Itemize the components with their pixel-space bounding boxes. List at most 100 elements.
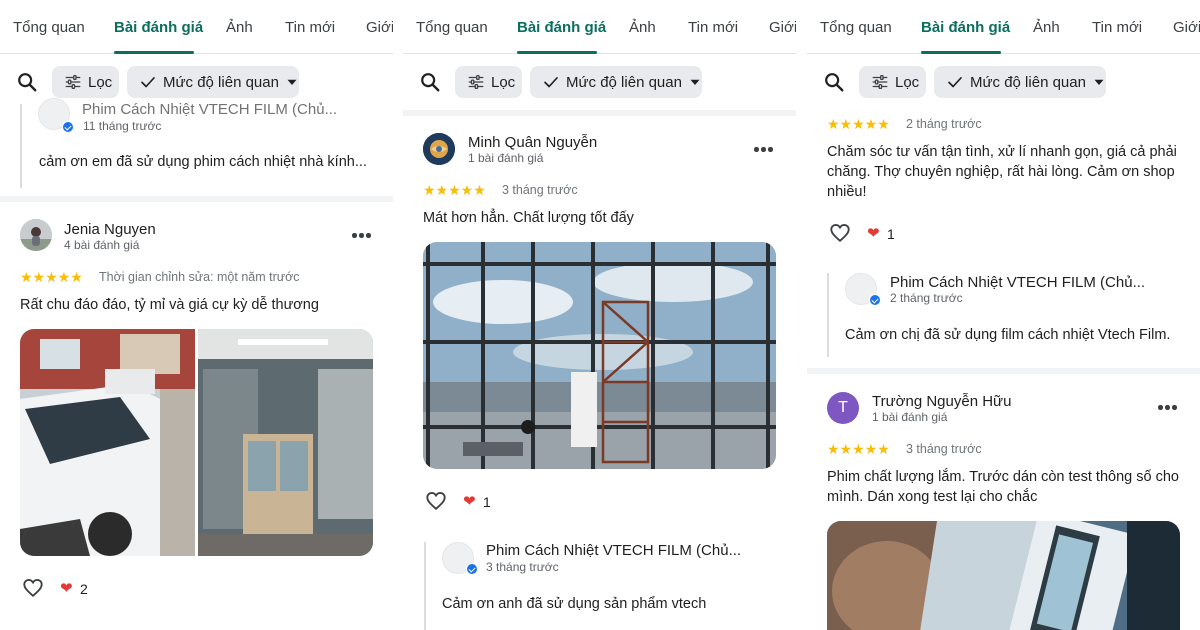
caret-down-icon [283,73,301,91]
like-heart-icon[interactable] [424,490,448,512]
more-options-icon[interactable] [1158,405,1178,411]
review-toolbar: Lọc Mức độ liên quan [403,66,796,98]
reviewer-name[interactable]: Minh Quân Nguyễn [468,134,597,151]
active-tab-indicator [517,51,597,54]
reviewer-meta: 4 bài đánh giá [64,238,140,252]
more-options-icon[interactable] [754,147,774,153]
tab-bar: Tổng quan Bài đánh giá Ảnh Tin mới Giới [0,0,393,54]
search-icon[interactable] [16,71,38,93]
filter-label: Lọc [491,73,516,91]
reviewer-meta: 1 bài đánh giá [872,410,948,424]
sort-dropdown[interactable]: Mức độ liên quan [934,66,1106,98]
tab-reviews[interactable]: Bài đánh giá [114,19,203,36]
reply-thread-line [424,542,426,630]
sort-label: Mức độ liên quan [566,73,682,91]
reviewer-name[interactable]: Jenia Nguyen [64,221,156,238]
search-icon[interactable] [823,71,845,93]
verified-badge-icon [62,121,74,133]
tab-updates[interactable]: Tin mới [688,19,738,36]
tab-photos[interactable]: Ảnh [1033,19,1060,36]
verified-badge-icon [869,294,881,306]
sort-dropdown[interactable]: Mức độ liên quan [127,66,299,98]
review-divider [807,368,1200,374]
active-tab-indicator [921,51,1001,54]
tune-icon [64,73,82,91]
review-photo-car[interactable] [20,329,195,556]
filter-label: Lọc [88,73,113,91]
review-panel-2: Tổng quan Bài đánh giá Ảnh Tin mới Giới … [403,0,796,630]
tune-icon [467,73,485,91]
review-toolbar: Lọc Mức độ liên quan [807,66,1200,98]
check-icon [542,73,560,91]
review-time: 3 tháng trước [502,183,578,197]
owner-reply-time: 11 tháng trước [83,119,162,133]
owner-reply-text: Cảm ơn chị đã sử dụng film cách nhiệt Vt… [845,327,1171,343]
owner-name[interactable]: Phim Cách Nhiệt VTECH FILM (Chủ... [82,101,337,118]
owner-reply-time: 3 tháng trước [486,560,559,574]
tab-overview[interactable]: Tổng quan [13,19,85,36]
reviewer-name[interactable]: Trường Nguyễn Hữu [872,393,1011,410]
like-heart-icon[interactable] [21,577,45,599]
verified-badge-icon [466,563,478,575]
active-tab-indicator [114,51,194,54]
reviewer-avatar[interactable]: T [827,392,859,424]
review-time: 3 tháng trước [906,442,982,456]
check-icon [946,73,964,91]
reaction-heart-icon: ❤ [463,493,476,510]
filter-button[interactable]: Lọc [455,66,522,98]
check-icon [139,73,157,91]
review-photo-meter[interactable] [827,521,1180,630]
tab-overview[interactable]: Tổng quan [820,19,892,36]
reaction-count: 2 [80,581,88,597]
star-rating: ★★★★★ [827,116,890,132]
reaction-heart-icon: ❤ [867,225,880,242]
search-icon[interactable] [419,71,441,93]
star-rating: ★★★★★ [20,269,83,285]
review-photo-office[interactable] [198,329,373,556]
tab-overview[interactable]: Tổng quan [416,19,488,36]
owner-reply-time: 2 tháng trước [890,291,963,305]
review-panel-1: Tổng quan Bài đánh giá Ảnh Tin mới Giới … [0,0,393,630]
review-time: Thời gian chỉnh sửa: một năm trước [99,270,300,284]
reply-thread-line [827,273,829,357]
tab-reviews[interactable]: Bài đánh giá [517,19,606,36]
review-text: Phim chất lượng lắm. Trước dán còn test … [827,469,1179,505]
sort-dropdown[interactable]: Mức độ liên quan [530,66,702,98]
like-heart-icon[interactable] [828,222,852,244]
review-text: Mát hơn hẳn. Chất lượng tốt đấy [423,210,634,226]
review-divider [403,110,796,116]
review-text: Chăm sóc tư vấn tận tình, xử lí nhanh gọ… [827,144,1177,200]
tab-updates[interactable]: Tin mới [1092,19,1142,36]
reviewer-avatar[interactable] [20,219,52,251]
reaction-count: 1 [887,226,895,242]
filter-button[interactable]: Lọc [859,66,926,98]
review-photo-windows[interactable] [423,242,776,469]
caret-down-icon [686,73,704,91]
more-options-icon[interactable] [352,233,372,239]
review-panel-3: Tổng quan Bài đánh giá Ảnh Tin mới Giới … [807,0,1200,630]
reply-thread-line [20,104,22,188]
tab-about[interactable]: Giới [1173,19,1200,36]
tab-photos[interactable]: Ảnh [629,19,656,36]
review-toolbar: Lọc Mức độ liên quan [0,66,393,98]
owner-name[interactable]: Phim Cách Nhiệt VTECH FILM (Chủ... [486,542,741,559]
tune-icon [871,73,889,91]
reviewer-meta: 1 bài đánh giá [468,151,544,165]
reviewer-avatar[interactable] [423,133,455,165]
star-rating: ★★★★★ [423,182,486,198]
caret-down-icon [1090,73,1108,91]
reaction-count: 1 [483,494,491,510]
avatar-initial: T [838,399,848,416]
tab-updates[interactable]: Tin mới [285,19,335,36]
tab-about[interactable]: Giới [366,19,393,36]
owner-reply-text: Cảm ơn anh đã sử dụng sản phẩm vtech [442,596,707,612]
filter-button[interactable]: Lọc [52,66,119,98]
owner-name[interactable]: Phim Cách Nhiệt VTECH FILM (Chủ... [890,274,1145,291]
tab-about[interactable]: Giới [769,19,796,36]
tab-photos[interactable]: Ảnh [226,19,253,36]
filter-label: Lọc [895,73,920,91]
review-time: 2 tháng trước [906,117,982,131]
tab-reviews[interactable]: Bài đánh giá [921,19,1010,36]
tab-bar: Tổng quan Bài đánh giá Ảnh Tin mới Giới [807,0,1200,54]
review-text: Rất chu đáo đáo, tỷ mỉ và giá cự kỳ dễ t… [20,297,319,313]
